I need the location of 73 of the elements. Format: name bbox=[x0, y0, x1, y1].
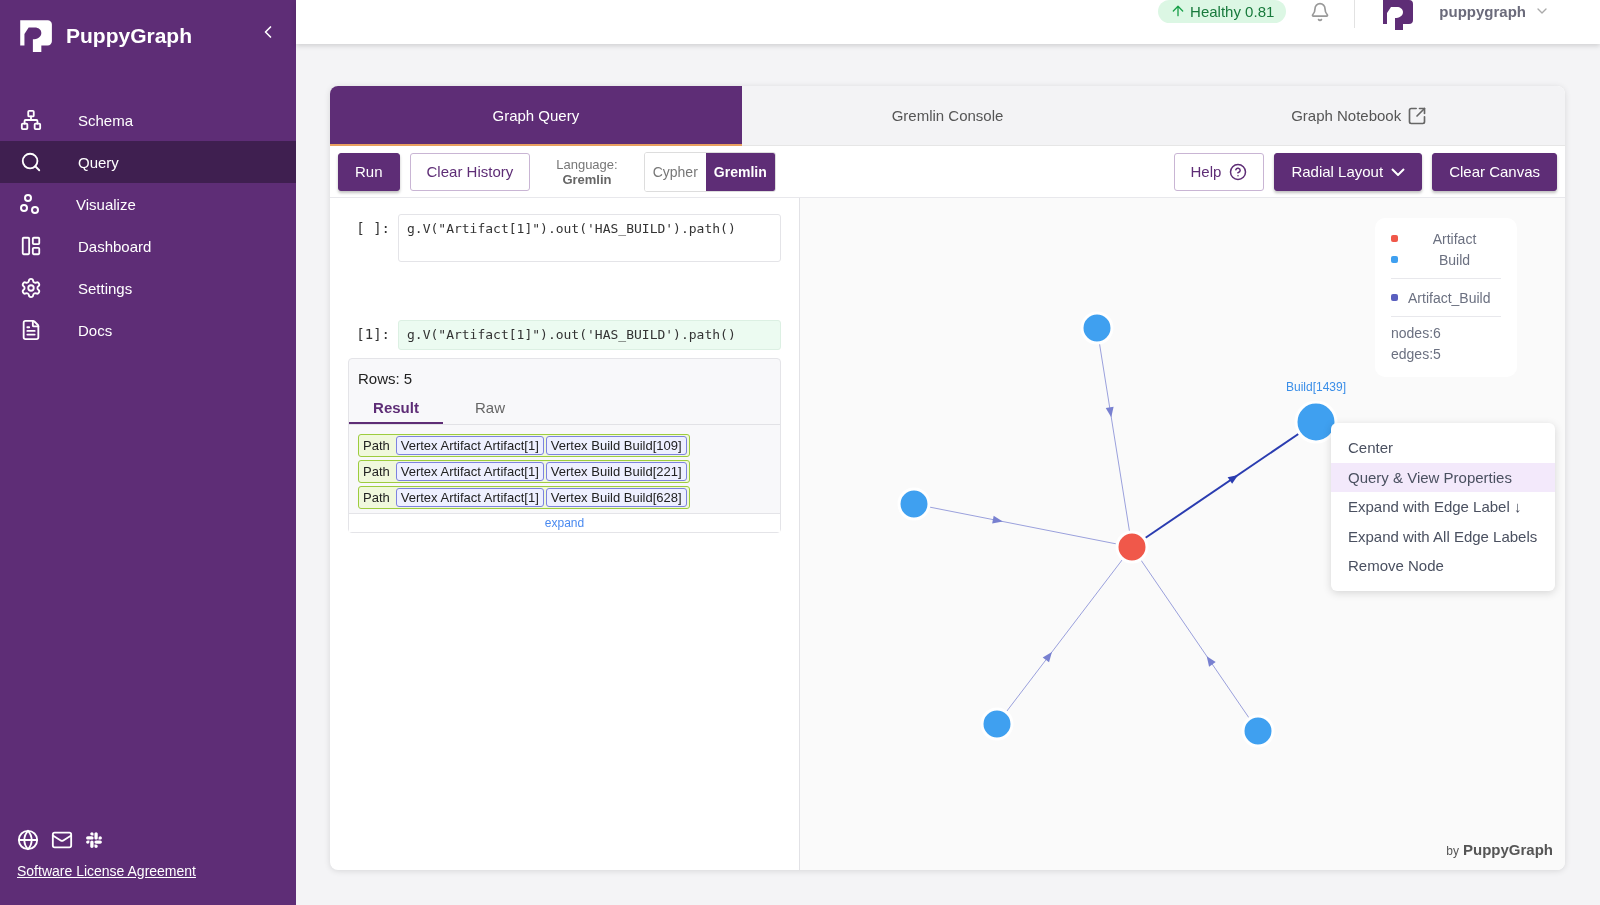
path-chip[interactable]: Path Vertex Artifact Artifact[1] Vertex Build Build[221] bbox=[358, 460, 690, 483]
settings-icon bbox=[20, 277, 42, 299]
nav-item[interactable]: Dashboard bbox=[0, 225, 296, 267]
vertex-chip[interactable]: Vertex Artifact Artifact[1] bbox=[395, 436, 544, 455]
external-link-icon bbox=[1407, 105, 1428, 126]
result-tab[interactable]: Result bbox=[349, 393, 443, 424]
clear-history-button[interactable]: Clear History bbox=[409, 152, 531, 191]
menu-item[interactable]: Expand with All Edge Labels bbox=[1331, 521, 1555, 551]
legend-label: Build bbox=[1437, 251, 1472, 268]
bell-icon[interactable] bbox=[1310, 2, 1331, 22]
result-tab[interactable]: Raw bbox=[443, 393, 537, 424]
build-node[interactable] bbox=[1241, 714, 1275, 748]
tab[interactable]: Graph Notebook bbox=[1153, 86, 1565, 146]
build-node[interactable] bbox=[897, 487, 931, 521]
schema-icon bbox=[20, 109, 42, 131]
layout-dropdown[interactable]: Radial Layout bbox=[1274, 152, 1423, 191]
tab[interactable]: Gremlin Console bbox=[741, 86, 1154, 146]
path-chip[interactable]: Path Vertex Artifact Artifact[1] Vertex Build Build[628] bbox=[358, 486, 690, 509]
legend-label: Artifact bbox=[1431, 230, 1478, 247]
document-icon bbox=[20, 319, 42, 341]
credit-prefix: by bbox=[1446, 844, 1459, 858]
vertex-chip[interactable]: Vertex Artifact Artifact[1] bbox=[395, 462, 544, 481]
menu-item[interactable]: Query & View Properties bbox=[1331, 462, 1555, 492]
menu-item[interactable]: Remove Node bbox=[1331, 551, 1555, 581]
build-node[interactable] bbox=[1294, 400, 1338, 444]
help-icon bbox=[1229, 162, 1248, 181]
search-icon bbox=[20, 151, 42, 173]
circles-icon bbox=[20, 194, 40, 214]
language-value: Gremlin bbox=[562, 171, 612, 187]
row-count: Rows: 5 bbox=[357, 369, 414, 389]
artifact-node[interactable] bbox=[1115, 530, 1149, 564]
graph-stat: edges:5 bbox=[1391, 346, 1442, 364]
globe-icon[interactable] bbox=[17, 829, 39, 851]
nav-item[interactable]: Docs bbox=[0, 309, 296, 351]
help-button[interactable]: Help bbox=[1173, 152, 1265, 191]
legend-label: Artifact_Build bbox=[1408, 289, 1491, 306]
node-label: Build[1439] bbox=[1286, 380, 1346, 394]
cell-prompt: [ ]: bbox=[355, 219, 390, 236]
graph-stat: nodes:6 bbox=[1391, 325, 1442, 343]
code-cell[interactable]: g.V("Artifact[1]").out('HAS_BUILD').path() bbox=[398, 214, 781, 262]
hash-icon[interactable] bbox=[85, 831, 103, 849]
vertex-chip[interactable]: Vertex Build Build[628] bbox=[545, 488, 687, 507]
nav-item[interactable]: Settings bbox=[0, 267, 296, 309]
nav-item[interactable]: Visualize bbox=[0, 183, 296, 225]
vertex-chip[interactable]: Vertex Artifact Artifact[1] bbox=[395, 488, 544, 507]
user-name[interactable]: puppygraph bbox=[1439, 2, 1526, 20]
chevron-down-icon bbox=[1391, 167, 1406, 176]
mail-icon[interactable] bbox=[51, 829, 73, 851]
license-link[interactable]: Software License Agreement bbox=[17, 863, 296, 879]
path-label: Path bbox=[362, 490, 391, 505]
menu-item[interactable]: Expand with Edge Label ↓ bbox=[1331, 492, 1555, 522]
credit-brand: PuppyGraph bbox=[1463, 841, 1553, 858]
cell-prompt: [1]: bbox=[355, 325, 390, 342]
language-option[interactable]: Gremlin bbox=[705, 152, 775, 191]
tab[interactable]: Graph Query bbox=[330, 86, 742, 146]
menu-item[interactable]: Center bbox=[1331, 433, 1555, 463]
nav-item[interactable]: Query bbox=[0, 141, 296, 183]
run-button[interactable]: Run bbox=[338, 152, 400, 191]
path-label: Path bbox=[362, 464, 391, 479]
path-label: Path bbox=[362, 438, 391, 453]
build-node[interactable] bbox=[1080, 311, 1114, 345]
code-cell[interactable]: g.V("Artifact[1]").out('HAS_BUILD').path() bbox=[398, 320, 781, 350]
health-badge: Healthy 0.81 bbox=[1158, 0, 1287, 23]
brand-name: PuppyGraph bbox=[66, 24, 193, 48]
nav-item[interactable]: Schema bbox=[0, 99, 296, 141]
build-node[interactable] bbox=[980, 707, 1014, 741]
path-chip[interactable]: Path Vertex Artifact Artifact[1] Vertex Build Build[109] bbox=[358, 434, 690, 457]
clear-canvas-button[interactable]: Clear Canvas bbox=[1432, 152, 1557, 191]
vertex-chip[interactable]: Vertex Build Build[221] bbox=[545, 462, 687, 481]
expand-link[interactable]: expand bbox=[349, 513, 780, 532]
language-label: Language: bbox=[556, 156, 618, 172]
vertex-chip[interactable]: Vertex Build Build[109] bbox=[545, 436, 687, 455]
dashboard-icon bbox=[20, 235, 42, 257]
